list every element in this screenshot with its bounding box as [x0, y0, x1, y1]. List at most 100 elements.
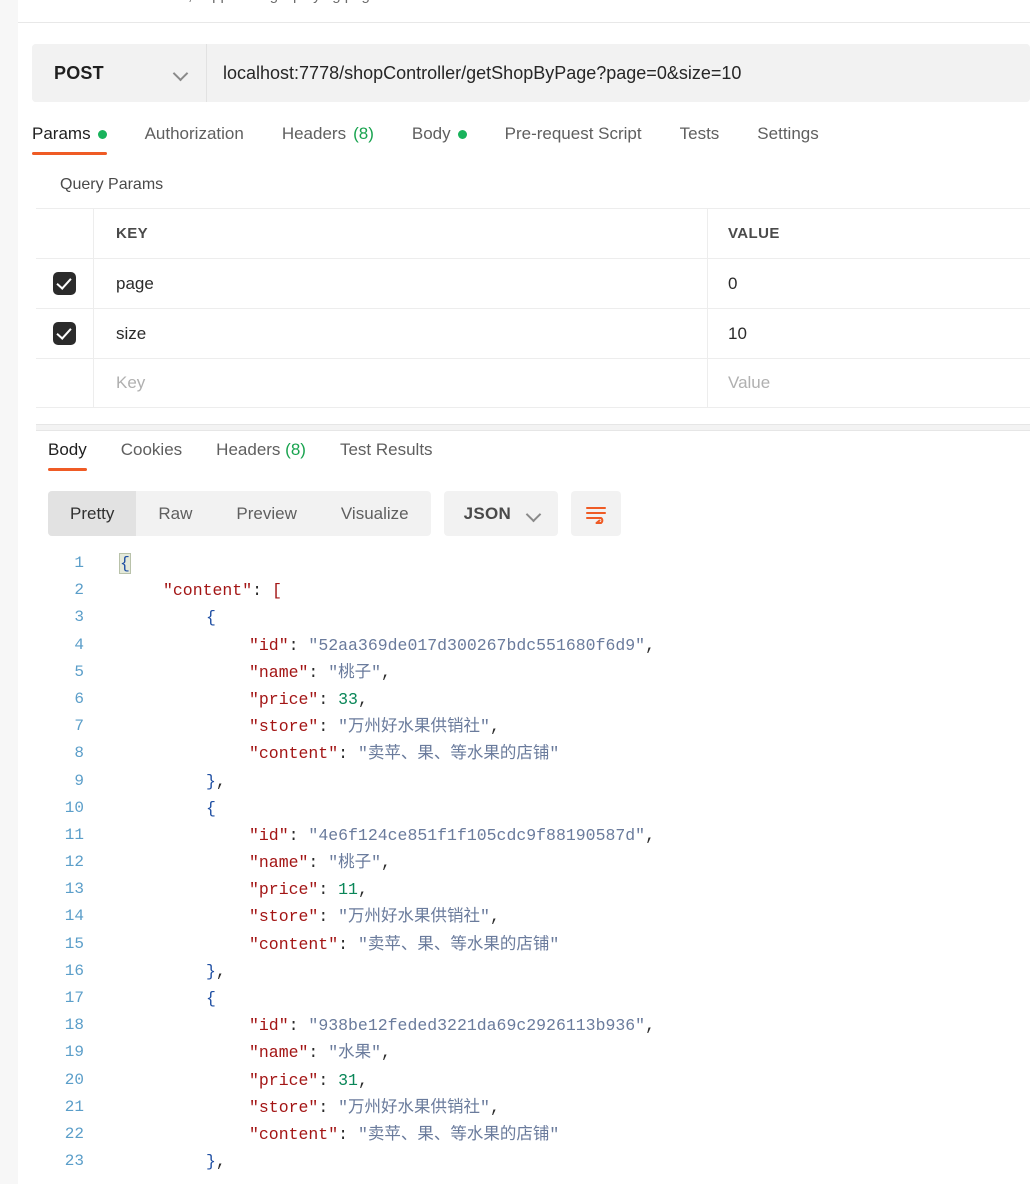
code-token: ,	[645, 1016, 655, 1036]
code-token: :	[308, 853, 329, 873]
row-checkbox-cell	[36, 309, 94, 358]
new-key-input[interactable]: Key	[94, 359, 708, 407]
request-url-input[interactable]: localhost:7778/shopController/getShopByP…	[207, 44, 1030, 102]
tab-settings-label: Settings	[757, 124, 819, 143]
row-key-input[interactable]: size	[94, 309, 708, 358]
line-number: 7	[74, 717, 84, 736]
code-line-text: "store": "万州好水果供销社",	[98, 1094, 1030, 1121]
tab-tests-label: Tests	[679, 124, 720, 143]
code-token: "卖苹、果、等水果的店铺"	[357, 1124, 560, 1144]
code-token: "万州好水果供销社"	[338, 1097, 490, 1117]
checkbox-checked-icon[interactable]	[53, 272, 76, 295]
response-tab-body[interactable]: Body	[48, 440, 87, 471]
tab-body[interactable]: Body	[412, 120, 467, 144]
tab-tests[interactable]: Tests	[680, 120, 720, 144]
code-token: ,	[489, 717, 500, 737]
code-token: ,	[357, 880, 368, 900]
code-token: :	[288, 635, 309, 655]
code-token: ,	[489, 907, 500, 927]
line-number: 8	[74, 744, 84, 763]
top-divider	[18, 22, 1030, 23]
table-row-empty: Key Value	[36, 358, 1030, 408]
code-line-text: "id": "52aa369de017d300267bdc551680f6d9"…	[98, 632, 1030, 659]
query-params-title: Query Params	[60, 176, 164, 193]
code-token: {	[206, 608, 216, 628]
line-number: 2	[74, 581, 84, 600]
row-value-input[interactable]: 0	[708, 259, 1030, 308]
code-line: 2 "content": [	[36, 577, 1030, 604]
line-number: 12	[64, 853, 84, 872]
code-line: 17 {	[36, 985, 1030, 1012]
code-token: "id"	[249, 635, 289, 655]
code-line: 7 "store": "万州好水果供销社",	[36, 713, 1030, 740]
view-mode-preview[interactable]: Preview	[214, 491, 318, 536]
response-tab-headers[interactable]: Headers (8)	[216, 440, 306, 460]
query-params-table: KEY VALUE page 0 size 10 Key Value	[36, 208, 1030, 408]
code-token: ,	[489, 1097, 500, 1117]
line-number: 13	[64, 880, 84, 899]
line-number: 16	[64, 961, 84, 980]
code-line: 8 "content": "卖苹、果、等水果的店铺"	[36, 740, 1030, 767]
tab-pre-request-script[interactable]: Pre-request Script	[505, 120, 642, 144]
left-sidebar-rail	[0, 0, 19, 1184]
http-method-selector[interactable]: POST	[32, 44, 207, 102]
code-token: "桃子"	[328, 853, 382, 873]
code-token: :	[288, 1016, 309, 1036]
tab-settings[interactable]: Settings	[757, 120, 818, 144]
view-mode-pretty[interactable]: Pretty	[48, 491, 137, 536]
row-value-input[interactable]: 10	[708, 309, 1030, 358]
text-wrap-icon	[586, 506, 607, 524]
tab-headers[interactable]: Headers (8)	[282, 120, 374, 144]
code-line-text: "content": "卖苹、果、等水果的店铺"	[98, 1121, 1030, 1148]
code-line: 13 "price": 11,	[36, 876, 1030, 903]
code-token: 11	[338, 880, 358, 900]
code-token: "万州好水果供销社"	[338, 717, 490, 737]
response-tab-cookies-label: Cookies	[120, 440, 183, 459]
row-key-input[interactable]: page	[94, 259, 708, 308]
code-token: "price"	[249, 689, 319, 709]
response-format-selector[interactable]: JSON	[443, 491, 559, 536]
code-line: 20 "price": 31,	[36, 1067, 1030, 1094]
code-line: 11 "id": "4e6f124ce851f1f105cdc9f88190587…	[36, 822, 1030, 849]
code-token: "卖苹、果、等水果的店铺"	[357, 934, 560, 954]
header-value-cell: VALUE	[728, 225, 780, 242]
code-token: "content"	[163, 581, 253, 601]
line-number: 6	[74, 689, 84, 708]
code-token: :	[308, 662, 329, 682]
line-number: 14	[64, 907, 84, 926]
code-line: 6 "price": 33,	[36, 686, 1030, 713]
response-body-code-viewer[interactable]: 1{2 "content": [3{4 "id": "52aa369de017d30…	[36, 550, 1030, 1184]
view-mode-visualize[interactable]: Visualize	[319, 491, 431, 536]
checkbox-checked-icon[interactable]	[53, 322, 76, 345]
table-row: page 0	[36, 258, 1030, 308]
line-number: 4	[74, 635, 84, 654]
view-mode-raw[interactable]: Raw	[136, 491, 214, 536]
response-tab-cookies[interactable]: Cookies	[121, 440, 182, 460]
code-line-text: "name": "水果",	[98, 1039, 1030, 1066]
code-token: ,	[357, 1070, 368, 1090]
code-token: :	[318, 907, 339, 927]
response-tab-test-results[interactable]: Test Results	[340, 440, 433, 460]
code-token: ,	[645, 825, 655, 845]
code-line: 22 "content": "卖苹、果、等水果的店铺"	[36, 1121, 1030, 1148]
response-tab-body-label: Body	[48, 440, 87, 459]
wrap-lines-button[interactable]	[571, 491, 622, 536]
tab-headers-label: Headers	[281, 124, 347, 143]
new-value-input[interactable]: Value	[708, 359, 1030, 407]
code-token: "content"	[249, 934, 339, 954]
line-number: 11	[64, 825, 84, 844]
tab-authorization[interactable]: Authorization	[145, 120, 244, 144]
request-response-pane: …, support…ng…playing page… POST localho…	[18, 0, 1030, 1184]
code-token: ,	[215, 1152, 226, 1172]
code-line-text: "store": "万州好水果供销社",	[98, 713, 1030, 740]
code-token: "938be12feded3221da69c2926113b936"	[308, 1016, 646, 1036]
tab-params-label: Params	[32, 124, 91, 143]
code-token: ,	[357, 689, 368, 709]
code-line-text: },	[98, 1148, 1030, 1175]
code-line-text: "name": "桃子",	[98, 659, 1030, 686]
code-token: "name"	[249, 1043, 309, 1063]
code-token: 33	[338, 689, 358, 709]
clipped-top-text-label: …, support…ng…playing page…	[173, 0, 393, 4]
code-token: }	[206, 961, 216, 981]
tab-params[interactable]: Params	[32, 120, 107, 155]
